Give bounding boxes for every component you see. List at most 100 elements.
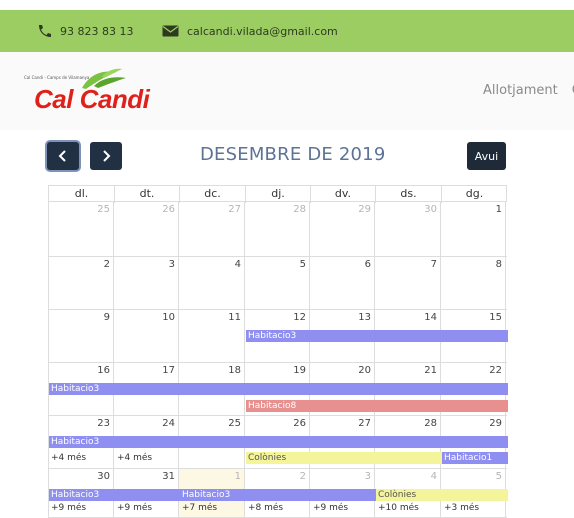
day-number[interactable]: 28 — [424, 418, 437, 432]
day-cell-fri[interactable]: 6 — [310, 257, 375, 309]
event-bar[interactable]: Habitacio3 — [49, 383, 508, 395]
weekday-mon: dl. — [49, 186, 115, 203]
weekday-sun: dg. — [465, 187, 484, 200]
day-cell-mon[interactable]: 25 — [48, 202, 114, 256]
day-cell-wed[interactable]: 27 — [179, 202, 245, 256]
day-number[interactable]: 11 — [228, 312, 241, 326]
day-number[interactable]: 1 — [235, 471, 241, 485]
day-number[interactable]: 25 — [228, 418, 241, 432]
event-bar[interactable]: Colònies — [376, 489, 508, 501]
day-number[interactable]: 24 — [162, 418, 175, 432]
day-number[interactable]: 21 — [424, 365, 437, 379]
day-cell-sun[interactable]: 1 — [441, 202, 506, 256]
week-row: 2 3 4 5 6 7 8 — [48, 257, 507, 310]
day-number[interactable]: 30 — [424, 204, 437, 218]
day-number[interactable]: 3 — [365, 471, 371, 485]
more-events-link[interactable]: +10 més — [378, 503, 419, 513]
day-number[interactable]: 23 — [97, 418, 110, 432]
day-cell-mon[interactable]: 9 — [48, 310, 114, 362]
event-bar[interactable]: Habitacio1 — [442, 452, 508, 464]
today-button[interactable]: Avui — [467, 142, 506, 170]
weekday-header: dl. dt. dc. dj. dv. ds. dg. — [48, 185, 507, 203]
day-cell-sat[interactable]: 7 — [375, 257, 441, 309]
event-bar[interactable]: Habitacio3 — [180, 489, 376, 501]
more-events-link[interactable]: +9 més — [313, 503, 348, 513]
chevron-left-icon — [58, 150, 66, 162]
day-number[interactable]: 31 — [162, 471, 175, 485]
day-number[interactable]: 8 — [496, 259, 502, 273]
day-number[interactable]: 7 — [431, 259, 437, 273]
week-row: 9 10 11 12 13 14 15 Habitacio3 — [48, 310, 508, 363]
more-events-link[interactable]: +4 més — [51, 453, 86, 463]
day-number[interactable]: 29 — [489, 418, 502, 432]
more-events-link[interactable]: +7 més — [182, 503, 217, 513]
day-cell-wed[interactable]: 4 — [179, 257, 245, 309]
site-logo[interactable]: Cal Candi - Camps de Vilamanya Cal Candi — [20, 68, 170, 114]
phone-contact[interactable]: 93 823 83 13 — [36, 10, 133, 52]
day-number[interactable]: 5 — [300, 259, 306, 273]
day-cell-sat[interactable]: 30 — [375, 202, 441, 256]
prev-month-button[interactable] — [47, 142, 79, 170]
day-number[interactable]: 4 — [235, 259, 241, 273]
day-number[interactable]: 22 — [489, 365, 502, 379]
day-number[interactable]: 13 — [358, 312, 371, 326]
event-bar[interactable]: Habitacio8 — [246, 400, 508, 412]
day-number[interactable]: 25 — [97, 204, 110, 218]
day-number[interactable]: 15 — [489, 312, 502, 326]
day-number[interactable]: 26 — [162, 204, 175, 218]
day-number[interactable]: 16 — [97, 365, 110, 379]
day-number[interactable]: 6 — [365, 259, 371, 273]
more-events-link[interactable]: +8 més — [248, 503, 283, 513]
day-number[interactable]: 27 — [228, 204, 241, 218]
day-number[interactable]: 10 — [162, 312, 175, 326]
day-number[interactable]: 9 — [104, 312, 110, 326]
day-number[interactable]: 17 — [162, 365, 175, 379]
more-events-link[interactable]: +9 més — [51, 503, 86, 513]
day-number[interactable]: 2 — [104, 259, 110, 273]
site-header: Cal Candi - Camps de Vilamanya Cal Candi… — [0, 52, 574, 130]
phone-number: 93 823 83 13 — [60, 24, 134, 38]
next-month-button[interactable] — [90, 142, 122, 170]
day-number[interactable]: 20 — [358, 365, 371, 379]
day-number[interactable]: 12 — [293, 312, 306, 326]
main-nav: AllotjamentC — [483, 83, 574, 98]
calendar-title: DESEMBRE DE 2019 — [200, 144, 386, 165]
email-contact[interactable]: calcandi.vilada@gmail.com — [162, 10, 338, 52]
week-row: 25 26 27 28 29 30 1 — [48, 202, 507, 257]
calendar-toolbar: DESEMBRE DE 2019 Avui — [0, 130, 574, 182]
more-events-link[interactable]: +3 més — [444, 503, 479, 513]
nav-item-allotjament[interactable]: Allotjament — [483, 83, 558, 98]
day-number[interactable]: 28 — [293, 204, 306, 218]
day-number[interactable]: 29 — [358, 204, 371, 218]
day-cell-tue[interactable]: 10 — [114, 310, 179, 362]
day-number[interactable]: 4 — [431, 471, 437, 485]
day-number[interactable]: 26 — [293, 418, 306, 432]
event-bar[interactable]: Colònies — [246, 452, 442, 464]
more-events-link[interactable]: +4 més — [117, 453, 152, 463]
day-cell-tue[interactable]: 26 — [114, 202, 179, 256]
day-cell-wed[interactable]: 11 — [179, 310, 245, 362]
day-cell-thu[interactable]: 5 — [245, 257, 310, 309]
event-bar[interactable]: Habitacio3 — [246, 330, 508, 342]
day-number[interactable]: 5 — [496, 471, 502, 485]
day-number[interactable]: 14 — [424, 312, 437, 326]
chevron-right-icon — [103, 150, 111, 162]
event-bar[interactable]: Habitacio3 — [49, 436, 508, 448]
day-number[interactable]: 2 — [300, 471, 306, 485]
contact-bar: 93 823 83 13 calcandi.vilada@gmail.com — [0, 10, 574, 52]
day-number[interactable]: 1 — [496, 204, 502, 218]
day-number[interactable]: 19 — [293, 365, 306, 379]
day-cell-fri[interactable]: 29 — [310, 202, 375, 256]
more-events-link[interactable]: +9 més — [117, 503, 152, 513]
day-number[interactable]: 30 — [97, 471, 110, 485]
day-cell-thu[interactable]: 28 — [245, 202, 310, 256]
day-number[interactable]: 3 — [169, 259, 175, 273]
day-number[interactable]: 18 — [228, 365, 241, 379]
day-cell-tue[interactable]: 3 — [114, 257, 179, 309]
day-cell-sun[interactable]: 8 — [441, 257, 506, 309]
event-bar[interactable]: Habitacio3 — [49, 489, 180, 501]
email-address: calcandi.vilada@gmail.com — [187, 24, 338, 38]
day-cell-mon[interactable]: 2 — [48, 257, 114, 309]
day-number[interactable]: 27 — [358, 418, 371, 432]
logo-tagline: Cal Candi - Camps de Vilamanya — [24, 75, 90, 80]
